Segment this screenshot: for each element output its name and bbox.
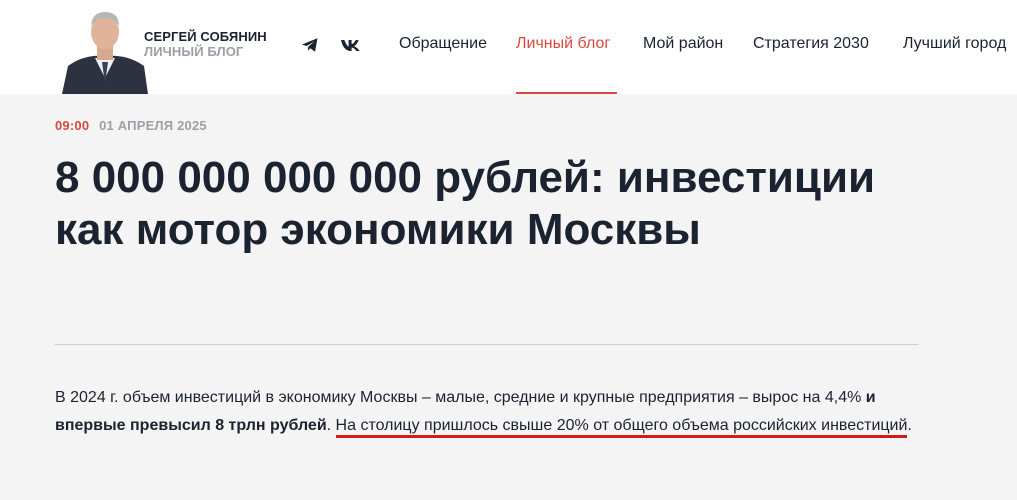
nav-item-personal-blog[interactable]: Личный блог	[516, 35, 610, 53]
article-title: 8 000 000 000 000 рублей: инвестиции как…	[55, 153, 876, 254]
brand-name: СЕРГЕЙ СОБЯНИН	[144, 29, 267, 44]
paragraph-end: .	[907, 417, 912, 434]
article-meta: 09:00 01 АПРЕЛЯ 2025	[55, 118, 207, 133]
brand-subtitle: ЛИЧНЫЙ БЛОГ	[144, 44, 244, 59]
paragraph-text-1: В 2024 г. объем инвестиций в экономику М…	[55, 389, 866, 406]
telegram-icon[interactable]	[300, 35, 322, 55]
nav-item-appeal[interactable]: Обращение	[399, 35, 487, 53]
nav-item-best-city[interactable]: Лучший город	[903, 35, 1006, 53]
active-nav-indicator	[516, 92, 617, 94]
nav-item-my-district[interactable]: Мой район	[643, 35, 723, 53]
site-header: СЕРГЕЙ СОБЯНИН ЛИЧНЫЙ БЛОГ Обращение Лич…	[0, 0, 1017, 94]
brand[interactable]: СЕРГЕЙ СОБЯНИН ЛИЧНЫЙ БЛОГ	[144, 29, 267, 59]
nav-item-strategy-2030[interactable]: Стратегия 2030	[753, 35, 869, 53]
avatar[interactable]	[62, 4, 148, 94]
article-time: 09:00	[55, 118, 90, 133]
vk-icon[interactable]	[339, 35, 361, 55]
paragraph-underlined: На столицу пришлось свыше 20% от общего …	[335, 417, 908, 438]
divider	[55, 344, 919, 345]
article-paragraph: В 2024 г. объем инвестиций в экономику М…	[55, 384, 935, 440]
article-date: 01 АПРЕЛЯ 2025	[99, 118, 207, 133]
paragraph-text-2: .	[326, 417, 336, 434]
